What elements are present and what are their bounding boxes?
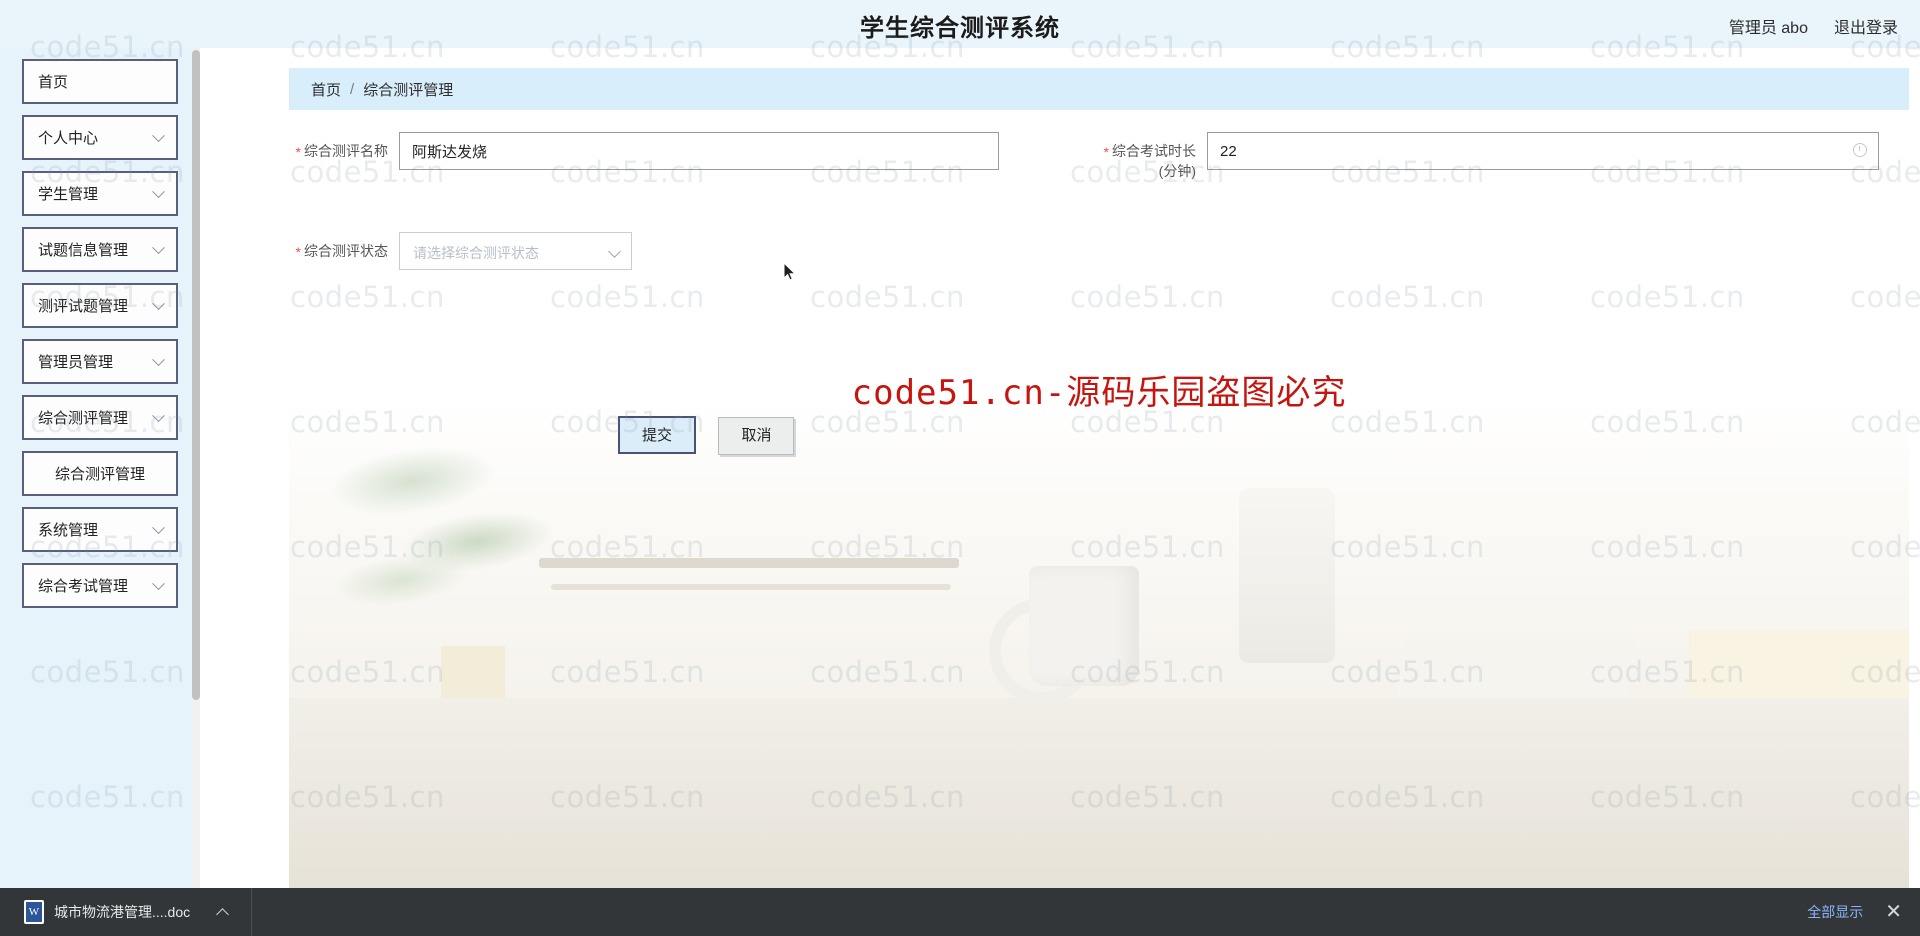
required-asterisk: * [295,144,301,160]
evaluation-name-input[interactable] [399,132,999,170]
sidebar-item-6[interactable]: 综合测评管理 [22,395,178,440]
sidebar-item-label: 首页 [38,74,69,91]
sidebar-item-label: 综合考试管理 [38,578,129,595]
chevron-down-icon [152,184,165,198]
exam-duration-input[interactable] [1207,132,1879,170]
form-actions: 提交 取消 [289,416,795,455]
show-all-downloads-link[interactable]: 全部显示 [1807,902,1863,922]
close-icon[interactable]: ✕ [1885,902,1902,922]
sidebar-item-3[interactable]: 试题信息管理 [22,227,178,272]
exam-duration-input-wrap [1207,132,1879,181]
breadcrumb-current: 综合测评管理 [363,81,454,99]
sidebar-item-5[interactable]: 管理员管理 [22,339,178,384]
sidebar-item-label: 试题信息管理 [38,242,129,259]
word-doc-icon [24,900,44,924]
content-panel: 首页 / 综合测评管理 * 综合测评名称 阿斯达发烧 * 综合考试时长(分钟) … [289,48,1909,888]
sidebar-item-label: 个人中心 [38,130,99,147]
chevron-down-icon [152,128,165,142]
download-item[interactable]: 城市物流港管理....doc [14,895,237,929]
evaluation-status-select[interactable]: 请选择综合测评状态 [399,232,632,270]
sidebar-item-0[interactable]: 首页 [22,59,178,104]
chevron-up-icon[interactable] [216,907,230,921]
download-file-name: 城市物流港管理....doc [54,904,191,920]
field-evaluation-status: * 综合测评状态 请选择综合测评状态 [289,232,632,270]
breadcrumb: 首页 / 综合测评管理 [289,68,1909,110]
app-header: 学生综合测评系统 管理员 abo 退出登录 [0,0,1920,48]
breadcrumb-home[interactable]: 首页 [311,79,341,100]
clock-icon [1853,143,1867,157]
downloads-actions: 全部显示 ✕ [1807,902,1902,922]
field-exam-duration: * 综合考试时长(分钟) [1095,132,1879,181]
field-evaluation-name-label: * 综合测评名称 [295,143,388,160]
chevron-down-icon [152,352,165,366]
sidebar-item-7[interactable]: 综合测评管理 [22,451,178,496]
sidebar-scrollbar-track[interactable] [192,48,200,888]
chevron-down-icon [608,245,621,258]
logout-button[interactable]: 退出登录 [1834,14,1898,38]
cup-decoration [1029,566,1139,686]
downloads-divider [251,888,253,936]
sidebar-item-label: 综合测评管理 [54,466,145,483]
sidebar-item-2[interactable]: 学生管理 [22,171,178,216]
cancel-button[interactable]: 取消 [718,417,795,455]
current-user-label: 管理员 abo [1728,20,1808,37]
breadcrumb-separator: / [350,80,355,98]
page-title: 学生综合测评系统 [860,15,1060,42]
sidebar-item-label: 学生管理 [38,186,99,203]
field-evaluation-status-label: * 综合测评状态 [295,243,388,260]
chevron-down-icon [152,576,165,590]
required-asterisk: * [1103,144,1109,160]
chevron-down-icon [152,296,165,310]
sidebar: 首页 个人中心 学生管理 试题信息管理 测评试题管理 管理员管理 综合测评管理 综合测评管理系… [0,48,200,888]
sidebar-item-label: 管理员管理 [38,354,114,371]
downloads-bar: 城市物流港管理....doc 全部显示 ✕ [0,888,1920,936]
decorative-background-image [289,398,1909,888]
required-asterisk: * [295,244,301,260]
header-user-area: 管理员 abo 退出登录 [1729,14,1898,38]
sidebar-scrollbar-thumb[interactable] [192,50,200,700]
chevron-down-icon [152,520,165,534]
submit-button[interactable]: 提交 [618,416,697,454]
field-exam-duration-label: * 综合考试时长(分钟) [1103,143,1196,179]
shelf-decoration-2 [551,584,951,590]
app-body: 首页 个人中心 学生管理 试题信息管理 测评试题管理 管理员管理 综合测评管理 综合测评管理系… [0,48,1920,888]
sidebar-item-4[interactable]: 测评试题管理 [22,283,178,328]
sidebar-item-1[interactable]: 个人中心 [22,115,178,160]
sidebar-menu-list: 首页 个人中心 学生管理 试题信息管理 测评试题管理 管理员管理 综合测评管理 综合测评管理系… [0,48,200,619]
chevron-down-icon [152,408,165,422]
sidebar-item-9[interactable]: 综合考试管理 [22,563,178,608]
sidebar-item-label: 系统管理 [38,522,99,539]
evaluation-status-placeholder: 请选择综合测评状态 [413,245,539,261]
shelf-decoration [539,558,959,568]
sidebar-item-label: 测评试题管理 [38,298,129,315]
desk-decoration [289,698,1909,888]
field-evaluation-name: * 综合测评名称 [289,132,999,170]
chevron-down-icon [152,240,165,254]
main-content: 首页 / 综合测评管理 * 综合测评名称 阿斯达发烧 * 综合考试时长(分钟) … [200,48,1920,888]
sidebar-item-label: 综合测评管理 [38,410,129,427]
copyright-watermark-banner: code51.cn-源码乐园盗图必究 [851,373,1347,413]
sidebar-item-8[interactable]: 系统管理 [22,507,178,552]
jar-decoration [1239,488,1335,663]
